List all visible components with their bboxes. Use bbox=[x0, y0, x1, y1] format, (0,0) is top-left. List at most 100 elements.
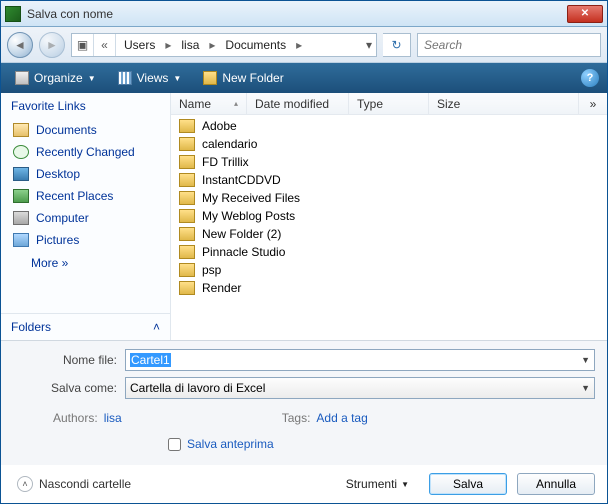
breadcrumb-overflow[interactable]: « bbox=[94, 34, 116, 56]
savetype-value: Cartella di lavoro di Excel bbox=[130, 381, 265, 395]
authors-label: Authors: bbox=[53, 411, 98, 425]
chevron-down-icon[interactable]: ▾ bbox=[366, 38, 372, 52]
sidebar-folders-toggle[interactable]: Folders ˄ bbox=[1, 313, 170, 340]
bottom-panel: Nome file: Cartel1 ▼ Salva come: Cartell… bbox=[1, 340, 607, 465]
thumbnail-checkbox[interactable] bbox=[168, 438, 181, 451]
breadcrumb[interactable]: ▣ « Users ▸ lisa ▸ Documents ▸ ▾ bbox=[71, 33, 377, 57]
folder-row[interactable]: New Folder (2) bbox=[171, 225, 607, 243]
folder-icon bbox=[179, 173, 195, 187]
chevron-right-icon: ▸ bbox=[163, 38, 173, 52]
titlebar: Salva con nome ✕ bbox=[1, 1, 607, 27]
folder-icon: ▣ bbox=[72, 34, 94, 56]
breadcrumb-seg-0[interactable]: Users bbox=[116, 34, 163, 56]
folder-name: Pinnacle Studio bbox=[202, 245, 285, 259]
sidebar-item-desktop[interactable]: Desktop bbox=[7, 163, 164, 185]
tags-label: Tags: bbox=[282, 411, 311, 425]
organize-button[interactable]: Organize ▼ bbox=[9, 69, 102, 87]
back-button[interactable]: ◄ bbox=[7, 32, 33, 58]
col-overflow[interactable]: » bbox=[579, 93, 607, 114]
file-pane: Name ▴ Date modified Type Size » Adobe ca… bbox=[171, 93, 607, 340]
breadcrumb-seg-2[interactable]: Documents bbox=[217, 34, 294, 56]
folder-row[interactable]: Adobe bbox=[171, 117, 607, 135]
help-button[interactable]: ? bbox=[581, 69, 599, 87]
desktop-icon bbox=[13, 167, 29, 181]
folder-row[interactable]: FD Trillix bbox=[171, 153, 607, 171]
sidebar-item-label: Recent Places bbox=[36, 189, 113, 203]
tools-dropdown[interactable]: Strumenti ▼ bbox=[346, 477, 419, 491]
filename-input[interactable]: Cartel1 ▼ bbox=[125, 349, 595, 371]
folder-name: My Weblog Posts bbox=[202, 209, 295, 223]
save-as-dialog: Salva con nome ✕ ◄ ► ▣ « Users ▸ lisa ▸ … bbox=[0, 0, 608, 504]
folder-icon bbox=[13, 123, 29, 137]
sidebar-header: Favorite Links bbox=[1, 93, 170, 119]
folder-icon bbox=[179, 245, 195, 259]
col-size[interactable]: Size bbox=[429, 93, 579, 114]
sidebar-item-pictures[interactable]: Pictures bbox=[7, 229, 164, 251]
thumbnail-label: Salva anteprima bbox=[187, 437, 274, 451]
folder-icon bbox=[179, 137, 195, 151]
new-folder-label: New Folder bbox=[222, 71, 283, 85]
chevron-down-icon: ▼ bbox=[173, 74, 181, 83]
folder-row[interactable]: InstantCDDVD bbox=[171, 171, 607, 189]
sidebar-item-computer[interactable]: Computer bbox=[7, 207, 164, 229]
sidebar-item-label: Desktop bbox=[36, 167, 80, 181]
save-button[interactable]: Salva bbox=[429, 473, 507, 495]
tools-label: Strumenti bbox=[346, 477, 397, 491]
authors-value[interactable]: lisa bbox=[104, 411, 122, 425]
folder-row[interactable]: Pinnacle Studio bbox=[171, 243, 607, 261]
savetype-dropdown[interactable]: Cartella di lavoro di Excel ▼ bbox=[125, 377, 595, 399]
toolbar: Organize ▼ Views ▼ New Folder ? bbox=[1, 63, 607, 93]
folder-icon bbox=[179, 281, 195, 295]
folder-name: psp bbox=[202, 263, 221, 277]
breadcrumb-seg-1[interactable]: lisa bbox=[173, 34, 207, 56]
sidebar-item-recent-places[interactable]: Recent Places bbox=[7, 185, 164, 207]
hide-folders-label: Nascondi cartelle bbox=[39, 477, 131, 491]
folder-name: Adobe bbox=[202, 119, 237, 133]
sidebar-item-documents[interactable]: Documents bbox=[7, 119, 164, 141]
excel-icon bbox=[5, 6, 21, 22]
folder-name: calendario bbox=[202, 137, 257, 151]
folder-row[interactable]: Render bbox=[171, 279, 607, 297]
col-date[interactable]: Date modified bbox=[247, 93, 349, 114]
computer-icon bbox=[13, 211, 29, 225]
folders-label: Folders bbox=[11, 320, 51, 334]
folder-row[interactable]: My Weblog Posts bbox=[171, 207, 607, 225]
folder-name: Render bbox=[202, 281, 241, 295]
col-name[interactable]: Name ▴ bbox=[171, 93, 247, 114]
folder-row[interactable]: psp bbox=[171, 261, 607, 279]
views-label: Views bbox=[137, 71, 169, 85]
col-type[interactable]: Type bbox=[349, 93, 429, 114]
folder-row[interactable]: My Received Files bbox=[171, 189, 607, 207]
tags-value[interactable]: Add a tag bbox=[316, 411, 367, 425]
refresh-button[interactable]: ↻ bbox=[383, 33, 411, 57]
folder-icon bbox=[179, 155, 195, 169]
search-input[interactable] bbox=[417, 33, 601, 57]
chevron-right-icon: ▸ bbox=[294, 38, 304, 52]
forward-button[interactable]: ► bbox=[39, 32, 65, 58]
folder-row[interactable]: calendario bbox=[171, 135, 607, 153]
sidebar-item-label: Documents bbox=[36, 123, 97, 137]
sidebar-more[interactable]: More » bbox=[1, 251, 170, 275]
clock-icon bbox=[13, 145, 29, 159]
sidebar-item-recently-changed[interactable]: Recently Changed bbox=[7, 141, 164, 163]
filename-label: Nome file: bbox=[13, 353, 125, 367]
cancel-button[interactable]: Annulla bbox=[517, 473, 595, 495]
recent-icon bbox=[13, 189, 29, 203]
folder-name: FD Trillix bbox=[202, 155, 249, 169]
folder-icon bbox=[179, 227, 195, 241]
chevron-up-icon: ˄ bbox=[17, 476, 33, 492]
main-area: Favorite Links Documents Recently Changed… bbox=[1, 93, 607, 340]
chevron-down-icon: ▼ bbox=[88, 74, 96, 83]
organize-label: Organize bbox=[34, 71, 83, 85]
new-folder-button[interactable]: New Folder bbox=[197, 69, 289, 87]
folder-icon bbox=[179, 263, 195, 277]
views-button[interactable]: Views ▼ bbox=[112, 69, 188, 87]
sidebar-item-label: Recently Changed bbox=[36, 145, 135, 159]
chevron-up-icon: ˄ bbox=[153, 320, 160, 334]
hide-folders-button[interactable]: ˄ Nascondi cartelle bbox=[17, 476, 131, 492]
file-list[interactable]: AdobecalendarioFD TrillixInstantCDDVDMy … bbox=[171, 115, 607, 340]
close-button[interactable]: ✕ bbox=[567, 5, 603, 23]
folder-icon bbox=[179, 191, 195, 205]
chevron-right-icon: ▸ bbox=[207, 38, 217, 52]
chevron-down-icon[interactable]: ▼ bbox=[581, 355, 590, 365]
